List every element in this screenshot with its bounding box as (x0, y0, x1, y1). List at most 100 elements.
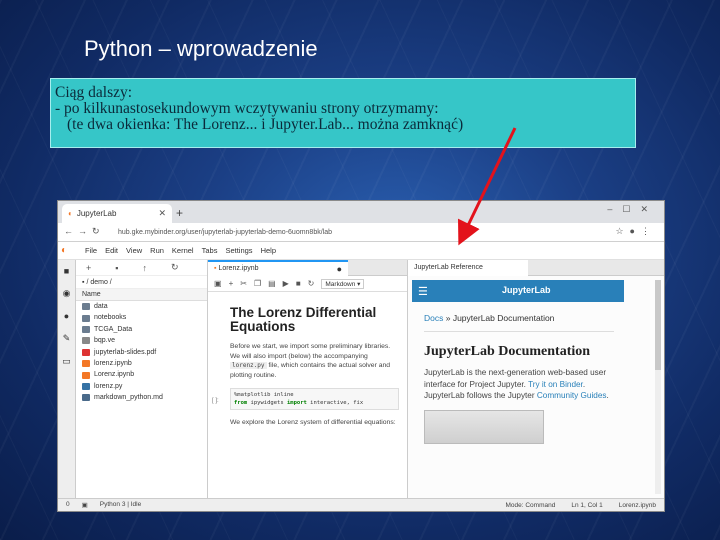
folder-icon[interactable]: ■ (64, 266, 69, 276)
run-icon[interactable]: ▶ (283, 279, 289, 288)
notebook-content: The Lorenz Differential Equations Before… (208, 292, 407, 428)
file-list-item[interactable]: TCGA_Data (76, 324, 207, 335)
python-icon (82, 382, 90, 390)
file-browser: + ▪ ↑ ↻ ▪ / demo / Name data notebooks TCG… (76, 260, 208, 498)
docs-panel: JupyterLab Reference ☰ JupyterLab Docs »… (408, 260, 664, 498)
file-name: TCGA_Data (94, 325, 133, 333)
close-icon[interactable]: ✕ (158, 208, 166, 219)
new-launcher-icon[interactable]: + (86, 263, 91, 273)
url-field[interactable]: hub.gke.mybinder.org/user/jupyterlab-jup… (118, 226, 628, 239)
hamburger-icon[interactable]: ☰ (418, 285, 428, 298)
notebook-paragraph-1: Before we start, we import some prelimin… (230, 342, 399, 380)
status-count[interactable]: 0 (66, 501, 70, 509)
menu-item-settings[interactable]: Settings (225, 246, 252, 255)
code-cell[interactable]: [ ]: %matplotlib inline from ipywidgets … (212, 388, 399, 410)
refresh-icon[interactable]: ↻ (171, 262, 179, 273)
address-bar: ←→↻ hub.gke.mybinder.org/user/jupyterlab… (58, 223, 664, 242)
file-list-item[interactable]: bqp.ve (76, 335, 207, 346)
scroll-thumb[interactable] (655, 280, 661, 370)
browser-menu-icons[interactable]: ☆●⋮ (615, 226, 656, 237)
code-module: ipywidgets (247, 400, 287, 406)
notebook-icon (82, 371, 90, 379)
jupyter-logo-icon: ◐ (68, 209, 73, 218)
jupyter-logo-icon: ◐ (61, 245, 68, 256)
menu-item-view[interactable]: View (126, 246, 142, 255)
docs-paragraph: JupyterLab is the next-generation web-ba… (424, 367, 620, 402)
folder-icon (82, 314, 90, 322)
file-name: markdown_python.md (94, 394, 163, 402)
copy-icon[interactable]: ❐ (254, 279, 261, 288)
add-cell-icon[interactable]: + (229, 279, 234, 288)
code-kw-import: import (287, 400, 307, 406)
breadcrumb: Docs » JupyterLab Documentation (424, 313, 664, 323)
paste-icon[interactable]: ▤ (268, 279, 276, 288)
menu-item-file[interactable]: File (85, 246, 97, 255)
file-list: data notebooks TCGA_Data bqp.ve jupyterlab-s… (76, 301, 207, 404)
browser-tab[interactable]: ◐ JupyterLab ✕ (62, 204, 172, 223)
file-browser-path[interactable]: ▪ / demo / (76, 276, 207, 289)
markdown-icon (82, 394, 90, 402)
notebook-toolbar: ▣ + ✂ ❐ ▤ ▶ ■ ↻ Markdown ▾ (208, 276, 407, 292)
note-line-2: - po kilkunastosekundowym wczytywaniu st… (55, 100, 439, 117)
upload-icon[interactable]: ↑ (142, 263, 147, 273)
nav-icons[interactable]: ←→↻ (64, 226, 105, 237)
cursor-position[interactable]: Ln 1, Col 1 (571, 502, 602, 509)
restart-icon[interactable]: ↻ (308, 279, 315, 288)
breadcrumb-docs-link[interactable]: Docs (424, 313, 443, 323)
code-kw-from: from (234, 400, 248, 406)
file-list-item[interactable]: lorenz.py (76, 381, 207, 392)
binder-link[interactable]: Try it on Binder (528, 380, 583, 389)
file-name: bqp.ve (94, 337, 116, 345)
palette-icon[interactable]: ● (64, 311, 69, 321)
notebook-tab[interactable]: ▪ Lorenz.ipynb ● (208, 260, 348, 276)
menu-item-help[interactable]: Help (261, 246, 276, 255)
new-folder-icon[interactable]: ▪ (115, 263, 118, 273)
menu-item-kernel[interactable]: Kernel (172, 246, 194, 255)
docs-heading: JupyterLab Documentation (424, 344, 591, 359)
stop-icon[interactable]: ■ (296, 279, 301, 288)
file-icon (82, 337, 90, 345)
notebook-tabbar: ▪ Lorenz.ipynb ● (208, 260, 407, 276)
folder-icon (82, 303, 90, 311)
docs-brand[interactable]: JupyterLab (502, 285, 551, 295)
note-line-1: Ciąg dalszy: (55, 84, 133, 101)
file-list-item[interactable]: jupyterlab-slides.pdf (76, 347, 207, 358)
file-list-item[interactable]: data (76, 301, 207, 312)
terminal-icon[interactable]: ▣ (82, 501, 88, 509)
save-icon[interactable]: ▣ (214, 279, 222, 288)
running-icon[interactable]: ◉ (63, 288, 71, 299)
file-list-item[interactable]: notebooks (76, 312, 207, 323)
menu-item-tabs[interactable]: Tabs (202, 246, 218, 255)
cell-prompt: [ ]: (212, 398, 219, 404)
new-tab-icon[interactable]: + (176, 206, 183, 220)
file-list-item[interactable]: lorenz.ipynb (76, 358, 207, 369)
community-guides-link[interactable]: Community Guides (537, 391, 607, 400)
divider (424, 331, 614, 332)
notebook-paragraph-2: We explore the Lorenz system of differen… (230, 419, 396, 426)
jupyter-menubar: ◐ File Edit View Run Kernel Tabs Settings Help (58, 242, 664, 260)
para1-text-a: Before we start, we import some prelimin… (230, 343, 391, 360)
note-box: Ciąg dalszy: - po kilkunastosekundowym w… (50, 78, 636, 148)
tabs-icon[interactable]: ▭ (62, 356, 71, 367)
file-name: lorenz.ipynb (94, 359, 132, 367)
code-cell-input[interactable]: %matplotlib inline from ipywidgets impor… (230, 388, 399, 410)
folder-icon (82, 325, 90, 333)
unsaved-dot-icon[interactable]: ● (337, 262, 342, 276)
wrench-icon[interactable]: ✎ (63, 333, 71, 344)
column-header[interactable]: Name (76, 289, 207, 301)
kernel-status[interactable]: Python 3 | Idle (100, 501, 141, 509)
browser-screenshot: ◐ JupyterLab ✕ + –☐✕ ←→↻ hub.gke.mybinde… (57, 200, 665, 512)
menu-item-edit[interactable]: Edit (105, 246, 118, 255)
docs-tab[interactable]: JupyterLab Reference (408, 260, 528, 276)
current-file: Lorenz.ipynb (618, 501, 656, 509)
file-list-item[interactable]: Lorenz.ipynb (76, 369, 207, 380)
cut-icon[interactable]: ✂ (240, 279, 247, 288)
file-list-item[interactable]: markdown_python.md (76, 392, 207, 403)
pdf-icon (82, 348, 90, 356)
cell-type-select[interactable]: Markdown ▾ (321, 278, 365, 289)
file-name: data (94, 303, 108, 310)
notebook-icon: ▪ (214, 265, 217, 272)
docs-scrollbar[interactable] (655, 280, 661, 494)
window-controls[interactable]: –☐✕ (607, 204, 658, 215)
menu-item-run[interactable]: Run (150, 246, 164, 255)
